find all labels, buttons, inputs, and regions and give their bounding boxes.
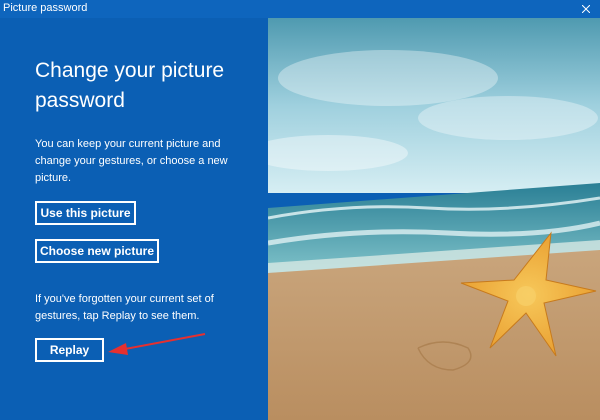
replay-button[interactable]: Replay — [35, 338, 104, 362]
description-text: You can keep your current picture and ch… — [35, 138, 228, 184]
choose-new-picture-button[interactable]: Choose new picture — [35, 239, 159, 263]
page-title: Change your picture password — [35, 59, 225, 112]
use-this-picture-button[interactable]: Use this picture — [35, 201, 136, 225]
replay-hint-text: If you've forgotten your current set of … — [35, 293, 214, 322]
close-icon — [582, 5, 590, 13]
close-button[interactable] — [572, 0, 600, 18]
title-bar: Picture password — [0, 0, 600, 18]
window-title: Picture password — [3, 2, 88, 14]
starfish-on-beach-image — [268, 18, 600, 420]
settings-panel: Change your picture password You can kee… — [0, 18, 268, 420]
